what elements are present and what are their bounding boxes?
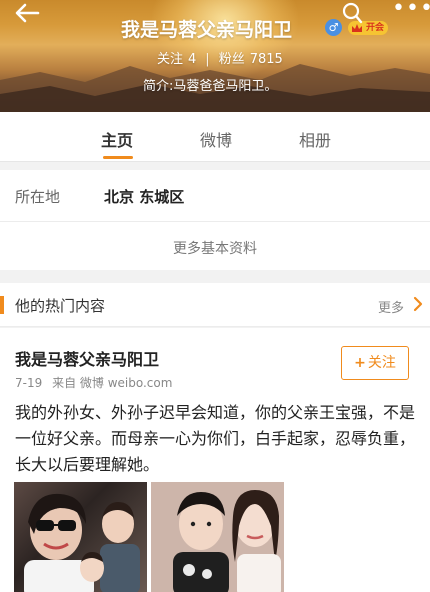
more-dots-icon[interactable]: ••• [392,0,430,22]
location-value: 北京 东城区 [104,188,185,206]
profile-header: 我是马蓉父亲马阳卫 ♂ 开会 ••• 关注 4 | 粉丝 7815 简介:马蓉爸爸马阳卫… [0,0,430,112]
hot-content-header: 他的热门内容 更多 [0,283,430,327]
tab-home[interactable]: 主页 [101,127,133,151]
hot-more-link[interactable]: 更多 [378,297,404,316]
location-row: 所在地 北京 东城区 [0,170,430,222]
basic-info-card: 所在地 北京 东城区 更多基本资料 [0,170,430,270]
vip-badge-label: 开会 [366,23,385,33]
hot-content-title: 他的热门内容 [15,297,106,315]
photo-2-content [151,482,284,592]
follow-button[interactable]: + 关注 [341,346,409,380]
tab-weibo[interactable]: 微博 [200,127,232,151]
plus-icon: + [354,355,366,371]
post-text: 我的外孙女、外孙子迟早会知道，你的父亲王宝强，不是一位好父亲。而母亲一心为你们，… [15,403,416,474]
post-author[interactable]: 我是马蓉父亲马阳卫 [15,346,159,370]
fans-count[interactable]: 7815 [250,52,283,67]
more-info-link[interactable]: 更多基本资料 [0,238,430,258]
fans-label[interactable]: 粉丝 [219,52,245,67]
back-arrow-icon[interactable] [12,2,42,24]
photo-1-content [24,493,140,592]
crown-icon [352,24,362,32]
follow-label[interactable]: 关注 [157,52,183,67]
search-icon[interactable] [340,2,364,24]
post-photo-1[interactable] [14,482,147,592]
profile-name: 我是马蓉父亲马阳卫 [121,19,293,41]
tab-album[interactable]: 相册 [299,127,331,151]
location-label: 所在地 [15,188,61,206]
post-source: 来自 微博 weibo.com [52,376,173,390]
profile-bio: 简介:马蓉爸爸马阳卫。 [143,79,278,94]
chevron-right-icon[interactable] [412,294,424,314]
profile-tabs: 主页 微博 相册 [0,112,430,162]
post-date: 7-19 [15,376,43,390]
profile-stats: 关注 4 | 粉丝 7815 [157,48,283,67]
stats-separator: | [205,52,210,67]
post-meta: 7-19 来自 微博 weibo.com [15,374,172,391]
post-photo-2[interactable] [151,482,284,592]
follow-count[interactable]: 4 [188,52,196,67]
section-accent-bar [0,296,4,314]
follow-button-label: 关注 [367,355,396,371]
post-card[interactable]: 我是马蓉父亲马阳卫 7-19 来自 微博 weibo.com + 关注 我的外孙女… [0,328,430,592]
active-tab-indicator [103,156,133,159]
